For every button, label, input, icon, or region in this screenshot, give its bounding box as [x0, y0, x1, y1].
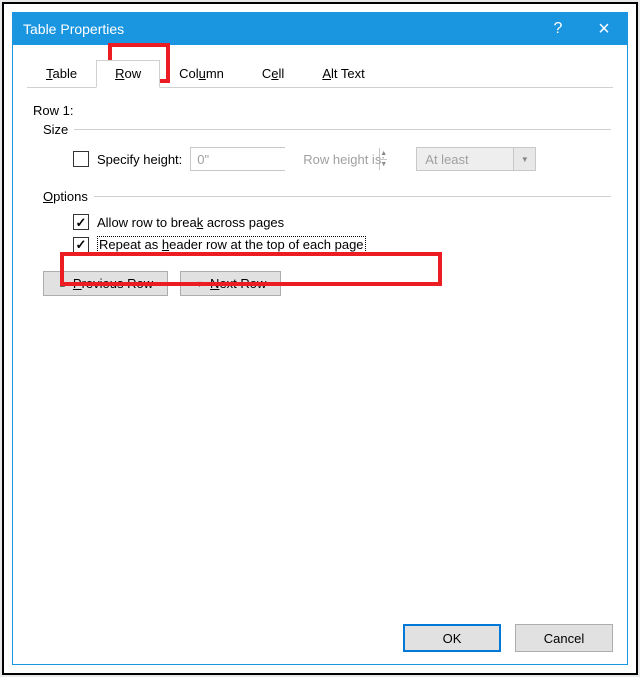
size-row: Specify height: ▲ ▼ Row height is: At le… [73, 147, 611, 171]
specify-height-checkbox[interactable] [73, 151, 89, 167]
titlebar: Table Properties ? × [13, 13, 627, 45]
allow-break-label: Allow row to break across pages [97, 215, 284, 230]
size-label: Size [43, 122, 68, 137]
row-height-mode-dropdown[interactable]: At least ▼ [416, 147, 536, 171]
row-tab-panel: Row 1: Size Specify height: ▲ ▼ [27, 87, 613, 296]
row-nav-buttons: ▲ Previous Row ▼ Next Row [43, 271, 611, 296]
height-spinner[interactable]: ▲ ▼ [190, 147, 285, 171]
tab-cell[interactable]: Cell [243, 60, 303, 88]
divider [74, 129, 611, 130]
size-group-header: Size [43, 122, 611, 137]
allow-break-row: Allow row to break across pages [73, 214, 611, 230]
triangle-down-icon: ▼ [195, 279, 204, 289]
triangle-up-icon: ▲ [58, 279, 67, 289]
options-group-header: Options [43, 189, 611, 204]
cancel-button[interactable]: Cancel [515, 624, 613, 652]
ok-button[interactable]: OK [403, 624, 501, 652]
help-button[interactable]: ? [535, 13, 581, 45]
next-row-button[interactable]: ▼ Next Row [180, 271, 281, 296]
tab-table[interactable]: Table [27, 60, 96, 88]
tab-alt-text[interactable]: Alt Text [303, 60, 383, 88]
dropdown-value: At least [417, 152, 513, 167]
specify-height-label: Specify height: [97, 152, 182, 167]
divider [94, 196, 611, 197]
previous-row-button[interactable]: ▲ Previous Row [43, 271, 168, 296]
repeat-header-label: Repeat as header row at the top of each … [97, 236, 366, 253]
dialog-footer: OK Cancel [403, 624, 613, 652]
tab-row[interactable]: Row [96, 60, 160, 88]
repeat-header-row: Repeat as header row at the top of each … [73, 236, 611, 253]
repeat-header-checkbox[interactable] [73, 237, 89, 253]
row-height-is-label: Row height is: [303, 152, 408, 167]
close-button[interactable]: × [581, 13, 627, 45]
table-properties-dialog: Table Properties ? × Table Row Column Ce… [12, 12, 628, 665]
dialog-content: Table Row Column Cell Alt Text Row 1: Si… [13, 45, 627, 664]
tab-column[interactable]: Column [160, 60, 243, 88]
options-label: Options [43, 189, 88, 204]
allow-break-checkbox[interactable] [73, 214, 89, 230]
options-list: Allow row to break across pages Repeat a… [73, 214, 611, 253]
chevron-down-icon: ▼ [513, 148, 535, 170]
tab-strip: Table Row Column Cell Alt Text [27, 59, 613, 87]
row-number-label: Row 1: [33, 103, 611, 118]
dialog-title: Table Properties [23, 21, 535, 37]
